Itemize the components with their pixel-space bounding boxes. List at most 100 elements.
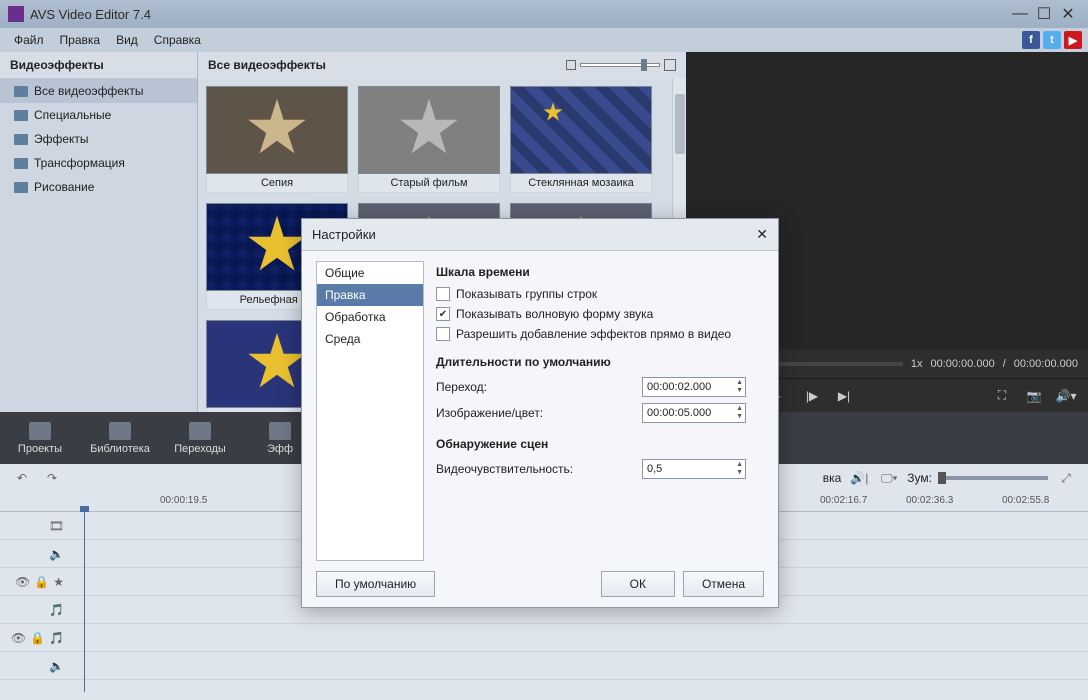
menu-edit[interactable]: Правка (52, 28, 109, 52)
effects-sidebar: Видеоэффекты Все видеоэффекты Специальные… (0, 52, 198, 412)
sidebar-item-label: Рисование (34, 180, 94, 194)
settings-nav-1[interactable]: Правка (317, 284, 423, 306)
fullscreen-icon[interactable]: ⛶ (990, 384, 1014, 408)
twitter-icon[interactable]: t (1043, 31, 1061, 49)
snapshot-icon[interactable]: 📷 (1022, 384, 1046, 408)
track-head: 👁🔒🎵 (0, 631, 72, 645)
zoom-large-icon (664, 59, 676, 71)
sidebar-item-label: Все видеоэффекты (34, 84, 144, 98)
folder-icon (14, 110, 28, 121)
fit-zoom-icon[interactable]: ⤢ (1054, 468, 1078, 488)
settings-nav-2[interactable]: Обработка (317, 306, 423, 328)
duration-input-1[interactable]: 00:00:05.000▲▼ (642, 403, 746, 423)
track-head: 🎵 (0, 603, 72, 617)
facebook-icon[interactable]: f (1022, 31, 1040, 49)
track-type-icon: 🔈 (49, 547, 64, 561)
sensitivity-label: Видеочувствительность: (436, 462, 636, 476)
duration-input-0[interactable]: 00:00:02.000▲▼ (642, 377, 746, 397)
zoom-label: Зум: (907, 471, 932, 485)
settings-nav: ОбщиеПравкаОбработкаСреда (316, 261, 424, 561)
timeline-zoom-slider[interactable] (938, 476, 1048, 480)
track-type-icon: 🎵 (49, 603, 64, 617)
sidebar-item-4[interactable]: Рисование (0, 175, 197, 199)
redo-button[interactable]: ↷ (40, 468, 64, 488)
folder-icon (14, 134, 28, 145)
tab-icon (189, 422, 211, 440)
effect-thumb-2[interactable]: Стеклянная мозаика (510, 86, 652, 193)
tab-icon (29, 422, 51, 440)
volume-tool-icon[interactable]: 🔊| (847, 468, 871, 488)
checkbox-2[interactable] (436, 327, 450, 341)
track-type-icon: 🔈 (49, 659, 64, 673)
ruler-mark: 00:00:19.5 (160, 495, 207, 506)
tab-2[interactable]: Переходы (160, 412, 240, 464)
step-fwd-button[interactable]: |▶ (800, 384, 824, 408)
defaults-button[interactable]: По умолчанию (316, 571, 435, 597)
effect-label: Старый фильм (358, 174, 500, 193)
tab-label: Эфф (267, 443, 293, 455)
playback-speed: 1x (911, 358, 923, 370)
sidebar-item-label: Специальные (34, 108, 111, 122)
tab-0[interactable]: Проекты (0, 412, 80, 464)
close-button[interactable]: ✕ (1056, 4, 1080, 24)
tab-icon (109, 422, 131, 440)
effect-thumb-0[interactable]: Сепия (206, 86, 348, 193)
toolbar-edit-label: вка (823, 471, 842, 485)
duration-label: Переход: (436, 380, 636, 394)
checkbox-label: Показывать волновую форму звука (456, 307, 653, 321)
checkbox-0[interactable] (436, 287, 450, 301)
sidebar-header: Видеоэффекты (0, 52, 197, 79)
folder-icon (14, 158, 28, 169)
track-type-icon: 🎞 (49, 519, 64, 533)
track-head: 👁🔒★ (0, 575, 72, 589)
checkbox-label: Показывать группы строк (456, 287, 597, 301)
playhead[interactable] (84, 512, 85, 692)
next-frame-button[interactable]: ▶| (832, 384, 856, 408)
menu-file[interactable]: Файл (6, 28, 52, 52)
section-timeline: Шкала времени (436, 265, 764, 279)
menubar: Файл Правка Вид Справка f t ▶ (0, 28, 1088, 52)
folder-icon (14, 182, 28, 193)
track-4[interactable]: 👁🔒🎵 (0, 624, 1088, 652)
undo-button[interactable]: ↶ (10, 468, 34, 488)
effect-thumb-1[interactable]: Старый фильм (358, 86, 500, 193)
zoom-small-icon (566, 60, 576, 70)
track-head: 🎞 (0, 519, 72, 533)
checkbox-1[interactable]: ✔ (436, 307, 450, 321)
settings-nav-0[interactable]: Общие (317, 262, 423, 284)
track-head: 🔈 (0, 547, 72, 561)
sidebar-item-2[interactable]: Эффекты (0, 127, 197, 151)
tab-icon (269, 422, 291, 440)
sidebar-item-3[interactable]: Трансформация (0, 151, 197, 175)
sensitivity-input[interactable]: 0,5▲▼ (642, 459, 746, 479)
effect-label: Сепия (206, 174, 348, 193)
youtube-icon[interactable]: ▶ (1064, 31, 1082, 49)
sidebar-item-1[interactable]: Специальные (0, 103, 197, 127)
track-head: 🔈 (0, 659, 72, 673)
monitor-tool-icon[interactable]: 🖵▾ (877, 468, 901, 488)
menu-view[interactable]: Вид (108, 28, 146, 52)
tab-label: Переходы (174, 443, 226, 455)
track-5[interactable]: 🔈 (0, 652, 1088, 680)
ok-button[interactable]: ОК (601, 571, 675, 597)
menu-help[interactable]: Справка (146, 28, 209, 52)
preview-time-current: 00:00:00.000 (930, 358, 994, 370)
ruler-mark: 00:02:16.7 (820, 495, 867, 506)
track-type-icon: ★ (53, 575, 64, 589)
gallery-header: Все видеоэффекты (198, 52, 686, 78)
maximize-button[interactable]: ☐ (1032, 4, 1056, 24)
tab-1[interactable]: Библиотека (80, 412, 160, 464)
sidebar-item-0[interactable]: Все видеоэффекты (0, 79, 197, 103)
cancel-button[interactable]: Отмена (683, 571, 764, 597)
settings-dialog: Настройки ✕ ОбщиеПравкаОбработкаСреда Шк… (301, 218, 779, 608)
dialog-titlebar: Настройки ✕ (302, 219, 778, 251)
titlebar: AVS Video Editor 7.4 — ☐ ✕ (0, 0, 1088, 28)
minimize-button[interactable]: — (1008, 4, 1032, 24)
thumb-size-slider[interactable] (566, 59, 676, 71)
section-scenes: Обнаружение сцен (436, 437, 764, 451)
settings-nav-3[interactable]: Среда (317, 328, 423, 350)
app-title: AVS Video Editor 7.4 (30, 7, 1008, 22)
sidebar-item-label: Эффекты (34, 132, 89, 146)
dialog-close-icon[interactable]: ✕ (756, 226, 768, 243)
volume-icon[interactable]: 🔊▾ (1054, 384, 1078, 408)
